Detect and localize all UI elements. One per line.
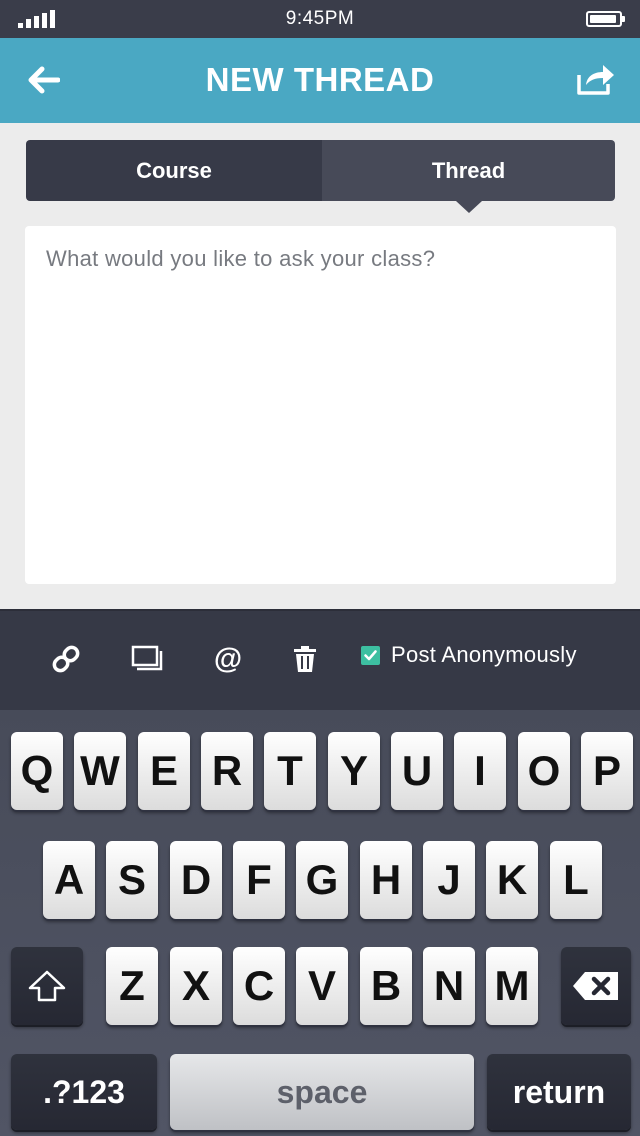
compose-toolbar: @ Post Anonymously bbox=[0, 609, 640, 710]
key-u[interactable]: U bbox=[391, 732, 443, 810]
tab-course[interactable]: Course bbox=[26, 140, 322, 201]
key-l[interactable]: L bbox=[550, 841, 602, 919]
mention-button[interactable]: @ bbox=[208, 639, 248, 679]
status-time: 9:45PM bbox=[285, 8, 355, 29]
svg-text:@: @ bbox=[214, 644, 242, 674]
key-p[interactable]: P bbox=[581, 732, 633, 810]
key-z[interactable]: Z bbox=[106, 947, 158, 1025]
key-g[interactable]: G bbox=[296, 841, 348, 919]
key-i[interactable]: I bbox=[454, 732, 506, 810]
nav-bar: NEW THREAD bbox=[0, 38, 640, 123]
share-button[interactable] bbox=[574, 58, 618, 100]
return-key[interactable]: return bbox=[487, 1054, 631, 1130]
image-stack-icon bbox=[131, 645, 163, 671]
key-h[interactable]: H bbox=[360, 841, 412, 919]
key-q[interactable]: Q bbox=[11, 732, 63, 810]
shift-key[interactable] bbox=[11, 947, 83, 1025]
segmented-control: Course Thread bbox=[26, 140, 615, 213]
shift-arrow-icon bbox=[28, 970, 66, 1002]
key-r[interactable]: R bbox=[201, 732, 253, 810]
selected-tab-pointer bbox=[456, 201, 482, 213]
question-input[interactable] bbox=[25, 226, 616, 584]
key-a[interactable]: A bbox=[43, 841, 95, 919]
backspace-key[interactable] bbox=[561, 947, 631, 1025]
share-icon bbox=[577, 65, 614, 95]
battery-full-icon bbox=[586, 11, 625, 27]
key-w[interactable]: W bbox=[74, 732, 126, 810]
key-b[interactable]: B bbox=[360, 947, 412, 1025]
space-key[interactable]: space bbox=[170, 1054, 474, 1130]
key-f[interactable]: F bbox=[233, 841, 285, 919]
insert-image-button[interactable] bbox=[127, 639, 167, 679]
key-m[interactable]: M bbox=[486, 947, 538, 1025]
key-n[interactable]: N bbox=[423, 947, 475, 1025]
backspace-icon bbox=[573, 972, 618, 1000]
checkbox-checked-icon[interactable] bbox=[361, 645, 380, 665]
key-d[interactable]: D bbox=[170, 841, 222, 919]
at-mention-icon: @ bbox=[214, 644, 242, 674]
link-icon bbox=[52, 645, 80, 673]
key-s[interactable]: S bbox=[106, 841, 158, 919]
insert-link-button[interactable] bbox=[46, 639, 86, 679]
status-bar: 9:45PM bbox=[0, 0, 640, 38]
trash-icon bbox=[294, 646, 316, 672]
key-x[interactable]: X bbox=[170, 947, 222, 1025]
keyboard: Q W E R T Y U I O P A S D F G H J K L Z … bbox=[0, 710, 640, 1136]
key-v[interactable]: V bbox=[296, 947, 348, 1025]
key-j[interactable]: J bbox=[423, 841, 475, 919]
key-k[interactable]: K bbox=[486, 841, 538, 919]
numbers-key[interactable]: .?123 bbox=[11, 1054, 157, 1130]
key-c[interactable]: C bbox=[233, 947, 285, 1025]
key-e[interactable]: E bbox=[138, 732, 190, 810]
key-t[interactable]: T bbox=[264, 732, 316, 810]
page-title: NEW THREAD bbox=[205, 61, 435, 98]
key-o[interactable]: O bbox=[518, 732, 570, 810]
tab-thread[interactable]: Thread bbox=[322, 140, 615, 201]
key-y[interactable]: Y bbox=[328, 732, 380, 810]
delete-draft-button[interactable] bbox=[285, 639, 325, 679]
post-anonymously-label: Post Anonymously bbox=[391, 642, 577, 667]
post-anonymously-toggle[interactable]: Post Anonymously bbox=[361, 642, 577, 668]
